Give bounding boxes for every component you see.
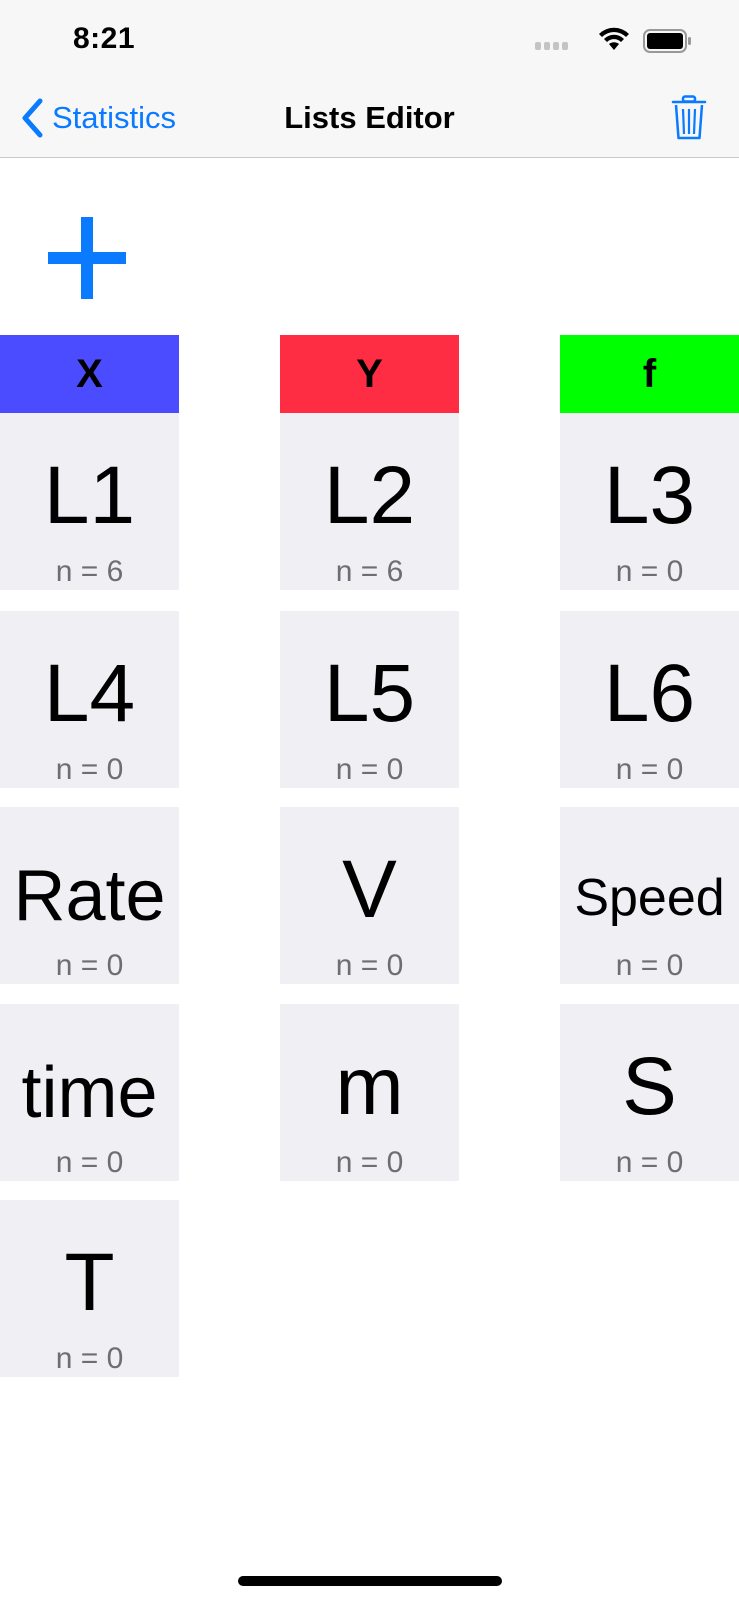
- y-column-header: Y: [280, 335, 459, 413]
- list-tile-s[interactable]: S n = 0: [560, 1004, 739, 1181]
- list-name: Rate: [13, 856, 166, 936]
- wifi-icon: [599, 27, 629, 50]
- list-name: time: [21, 1053, 158, 1133]
- list-count: n = 0: [55, 1146, 124, 1179]
- list-name: V: [342, 844, 397, 935]
- list-tile-speed[interactable]: Speed n = 0: [560, 807, 739, 984]
- list-count: n = 0: [615, 949, 684, 982]
- list-name: L2: [323, 450, 416, 541]
- cellular-signal-icon: [535, 42, 568, 50]
- list-count: n = 0: [615, 753, 684, 786]
- list-name: L1: [43, 450, 136, 541]
- x-column-header: X: [0, 335, 179, 413]
- plus-icon: [48, 217, 126, 299]
- list-name: L3: [603, 450, 696, 541]
- list-count: n = 6: [55, 555, 124, 588]
- list-name: L6: [603, 648, 696, 739]
- trash-icon: [671, 95, 707, 140]
- list-count: n = 0: [335, 753, 404, 786]
- home-indicator[interactable]: [238, 1576, 502, 1586]
- list-name: S: [622, 1041, 677, 1132]
- page-title: Lists Editor: [284, 100, 455, 135]
- list-count: n = 0: [335, 949, 404, 982]
- add-list-button[interactable]: [46, 215, 128, 306]
- list-tile-rate[interactable]: Rate n = 0: [0, 807, 179, 984]
- list-tile-v[interactable]: V n = 0: [280, 807, 459, 984]
- f-column-header: f: [560, 335, 739, 413]
- delete-button[interactable]: [671, 95, 707, 146]
- list-count: n = 0: [55, 1342, 124, 1375]
- list-tile-l4[interactable]: L4 n = 0: [0, 611, 179, 788]
- battery-icon: [643, 29, 691, 53]
- list-tile-l6[interactable]: L6 n = 0: [560, 611, 739, 788]
- list-name: Speed: [574, 869, 725, 927]
- list-tile-t[interactable]: T n = 0: [0, 1200, 179, 1377]
- list-count: n = 0: [615, 555, 684, 588]
- list-count: n = 0: [615, 1146, 684, 1179]
- list-tile-l5[interactable]: L5 n = 0: [280, 611, 459, 788]
- list-name: T: [64, 1237, 115, 1328]
- list-count: n = 0: [335, 1146, 404, 1179]
- list-name: L5: [323, 648, 416, 739]
- list-tile-l3[interactable]: L3 n = 0: [560, 413, 739, 590]
- list-tile-l1[interactable]: L1 n = 6: [0, 413, 179, 590]
- navigation-bar: 8:21 Statistics Lists Editor: [0, 0, 739, 158]
- status-time: 8:21: [73, 22, 136, 55]
- list-name: L4: [43, 648, 136, 739]
- list-tile-m[interactable]: m n = 0: [280, 1004, 459, 1181]
- list-count: n = 0: [55, 753, 124, 786]
- list-count: n = 6: [335, 555, 404, 588]
- list-tile-time[interactable]: time n = 0: [0, 1004, 179, 1181]
- list-count: n = 0: [55, 949, 124, 982]
- list-name: m: [335, 1041, 404, 1132]
- list-tile-l2[interactable]: L2 n = 6: [280, 413, 459, 590]
